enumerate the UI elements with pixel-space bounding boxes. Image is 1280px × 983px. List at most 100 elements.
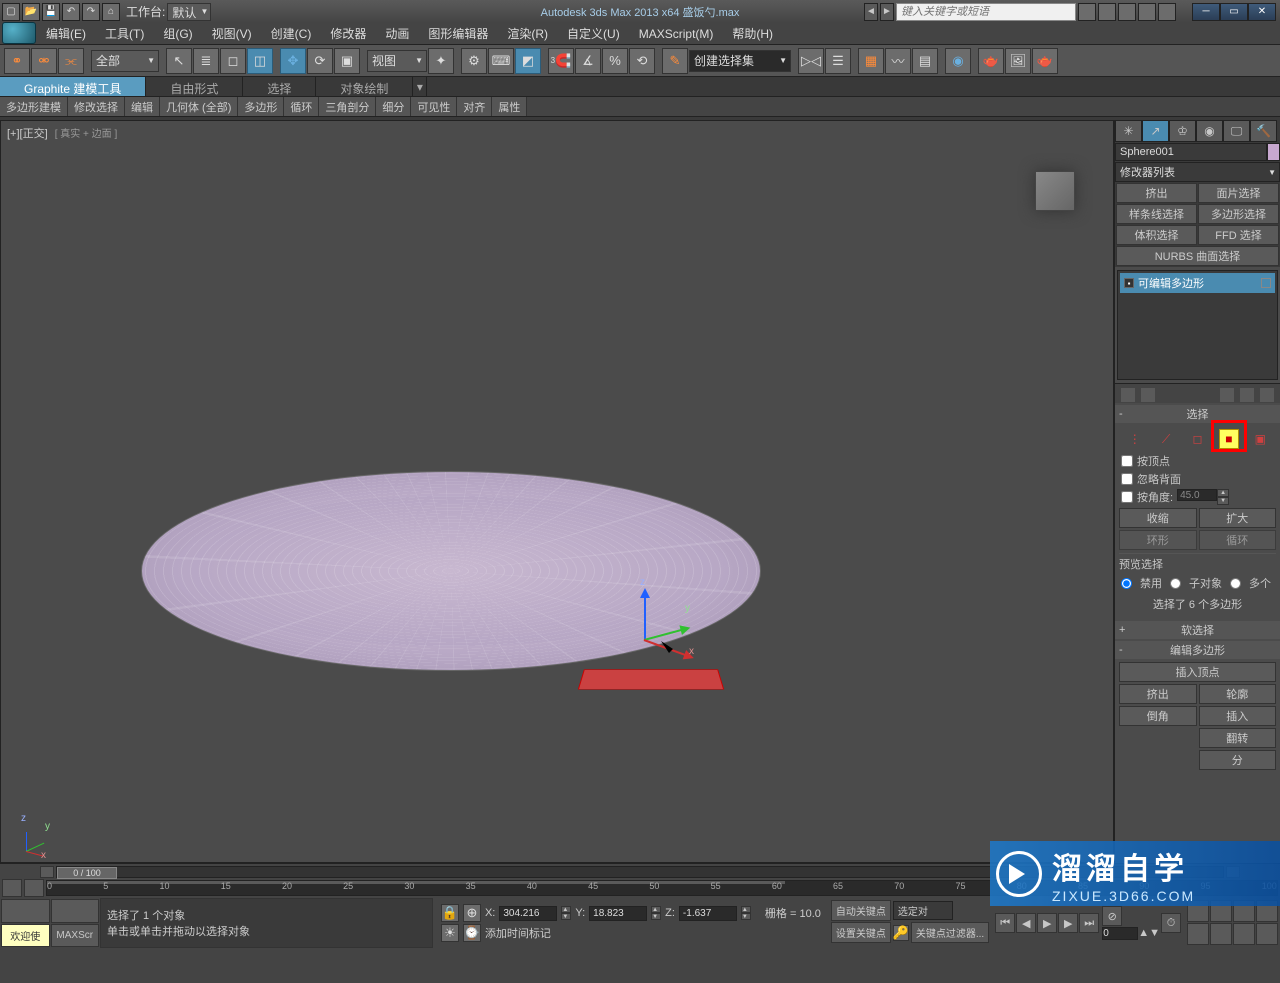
expand-icon[interactable]: ▪ <box>1124 278 1134 288</box>
redo-icon[interactable]: ↷ <box>82 3 100 21</box>
menu-maxscript[interactable]: MAXScript(M) <box>631 24 722 44</box>
angle-snap-icon[interactable]: ∡ <box>575 48 601 74</box>
menu-tools[interactable]: 工具(T) <box>97 22 152 45</box>
next-frame-icon[interactable]: ▶ <box>1058 913 1078 933</box>
ribbon-collapse-icon[interactable]: ▾ <box>413 77 427 96</box>
panel-tris[interactable]: 三角剖分 <box>319 97 376 116</box>
abs-transform-icon[interactable]: ⊕ <box>463 904 481 922</box>
tab-create-icon[interactable]: ✳ <box>1115 120 1142 142</box>
show-end-result-icon[interactable] <box>1141 388 1155 402</box>
search-input[interactable] <box>896 3 1076 21</box>
key-icon[interactable]: 🔑 <box>893 925 909 941</box>
workspace-dropdown[interactable]: 默认 <box>167 3 211 21</box>
subobj-edge-icon[interactable]: ⟋ <box>1156 429 1176 449</box>
menu-graph[interactable]: 图形编辑器 <box>420 22 496 45</box>
time-config-icon[interactable]: ⏱ <box>1161 913 1181 933</box>
menu-create[interactable]: 创建(C) <box>263 22 320 45</box>
menu-group[interactable]: 组(G) <box>155 22 200 45</box>
goto-end-icon[interactable]: ⏭ <box>1079 913 1099 933</box>
tab-selection[interactable]: 选择 <box>243 77 316 96</box>
snap-3-icon[interactable]: 3🧲 <box>548 48 574 74</box>
panel-loops[interactable]: 循环 <box>284 97 319 116</box>
z-input[interactable] <box>679 906 737 921</box>
viewport-mode-label[interactable]: [+][正交] <box>7 128 48 140</box>
history-back-icon[interactable]: ◄ <box>864 3 878 21</box>
maxscript-mini-listener[interactable] <box>1 899 50 923</box>
rollout-soft-header[interactable]: +软选择 <box>1115 621 1280 639</box>
keyboard-icon[interactable]: ⌨ <box>488 48 514 74</box>
select-rect-icon[interactable]: ◻ <box>220 48 246 74</box>
rollout-selection-header[interactable]: -选择 <box>1115 405 1280 423</box>
y-input[interactable] <box>589 906 647 921</box>
application-button[interactable] <box>2 22 36 44</box>
project-icon[interactable]: ⌂ <box>102 3 120 21</box>
stack-toggle-icon[interactable] <box>1261 278 1271 288</box>
add-time-tag-label[interactable]: 添加时间标记 <box>485 925 551 941</box>
tab-hierarchy-icon[interactable]: ♔ <box>1169 120 1196 142</box>
lock-selection-icon[interactable]: 🔒 <box>441 904 459 922</box>
panel-modify-sel[interactable]: 修改选择 <box>68 97 125 116</box>
percent-snap-icon[interactable]: % <box>602 48 628 74</box>
walk-icon[interactable] <box>1233 923 1255 945</box>
render-setup-icon[interactable]: 🫖 <box>978 48 1004 74</box>
object-color-swatch[interactable] <box>1267 143 1280 161</box>
bind-icon[interactable]: ⫘ <box>58 48 84 74</box>
btn-edit-extrude[interactable]: 挤出 <box>1119 684 1197 704</box>
render-icon[interactable]: 🫖 <box>1032 48 1058 74</box>
time-tag-icon[interactable]: ⌚ <box>463 924 481 942</box>
btn-insert-vertex[interactable]: 插入顶点 <box>1119 662 1276 682</box>
check-by-angle[interactable]: 按角度: ▲▼ <box>1119 488 1276 506</box>
layer-manager-icon[interactable]: ▦ <box>858 48 884 74</box>
btn-nurbs-sel[interactable]: NURBS 曲面选择 <box>1116 246 1279 266</box>
panel-properties[interactable]: 属性 <box>492 97 527 116</box>
play-icon[interactable]: ▶ <box>1037 913 1057 933</box>
make-unique-icon[interactable] <box>1220 388 1234 402</box>
set-key-button[interactable]: 设置关键点 <box>831 922 891 943</box>
move-tool-icon[interactable]: ✥ <box>280 48 306 74</box>
tab-modify-icon[interactable]: ↗ <box>1142 120 1169 142</box>
pin-stack-icon[interactable] <box>1121 388 1135 402</box>
save-file-icon[interactable]: 💾 <box>42 3 60 21</box>
subobj-border-icon[interactable]: ◻ <box>1187 429 1207 449</box>
radio-subobj[interactable] <box>1170 578 1181 589</box>
subobj-polygon-icon[interactable]: ■ <box>1219 429 1239 449</box>
coord-system-dropdown[interactable]: 视图 <box>367 50 427 72</box>
btn-edit-inset[interactable]: 插入 <box>1199 706 1277 726</box>
maximize-button[interactable]: ▭ <box>1220 3 1248 21</box>
exchange-icon[interactable] <box>1098 3 1116 21</box>
tab-graphite[interactable]: Graphite 建模工具 <box>0 77 146 96</box>
select-name-icon[interactable]: ≣ <box>193 48 219 74</box>
panel-polygons[interactable]: 多边形 <box>238 97 284 116</box>
undo-icon[interactable]: ↶ <box>62 3 80 21</box>
btn-extrude[interactable]: 挤出 <box>1116 183 1197 203</box>
goto-start-icon[interactable]: ⏮ <box>995 913 1015 933</box>
btn-ring[interactable]: 环形 <box>1119 530 1197 550</box>
welcome-button[interactable]: 欢迎使 <box>1 924 50 948</box>
btn-spline-sel[interactable]: 样条线选择 <box>1116 204 1197 224</box>
maxscript-mini-listener-2[interactable] <box>51 899 100 923</box>
tab-utilities-icon[interactable]: 🔨 <box>1250 120 1277 142</box>
snap-2d-icon[interactable]: ◩ <box>515 48 541 74</box>
btn-edit-flip[interactable]: 翻转 <box>1199 728 1277 748</box>
modifier-list-dropdown[interactable]: 修改器列表 <box>1115 162 1280 182</box>
viewport-shading-label[interactable]: [ 真实 + 边面 ] <box>55 129 118 140</box>
unlink-icon[interactable]: ⚮ <box>31 48 57 74</box>
tab-display-icon[interactable]: 🖵 <box>1223 120 1250 142</box>
btn-grow[interactable]: 扩大 <box>1199 508 1277 528</box>
menu-views[interactable]: 视图(V) <box>204 22 260 45</box>
modifier-stack[interactable]: ▪ 可编辑多边形 <box>1117 270 1278 380</box>
close-button[interactable]: ✕ <box>1248 3 1276 21</box>
orbit-icon[interactable] <box>1187 923 1209 945</box>
btn-shrink[interactable]: 收缩 <box>1119 508 1197 528</box>
pan-icon[interactable] <box>1210 923 1232 945</box>
scale-tool-icon[interactable]: ▣ <box>334 48 360 74</box>
check-ignore-back[interactable]: 忽略背面 <box>1119 470 1276 488</box>
open-file-icon[interactable]: 📂 <box>22 3 40 21</box>
menu-animation[interactable]: 动画 <box>377 22 417 45</box>
panel-align[interactable]: 对齐 <box>457 97 492 116</box>
btn-edit-bevel[interactable]: 倒角 <box>1119 706 1197 726</box>
radio-disable[interactable] <box>1121 578 1132 589</box>
menu-render[interactable]: 渲染(R) <box>499 22 556 45</box>
select-icon[interactable]: ↖ <box>166 48 192 74</box>
subobj-vertex-icon[interactable]: ⋮ <box>1125 429 1145 449</box>
